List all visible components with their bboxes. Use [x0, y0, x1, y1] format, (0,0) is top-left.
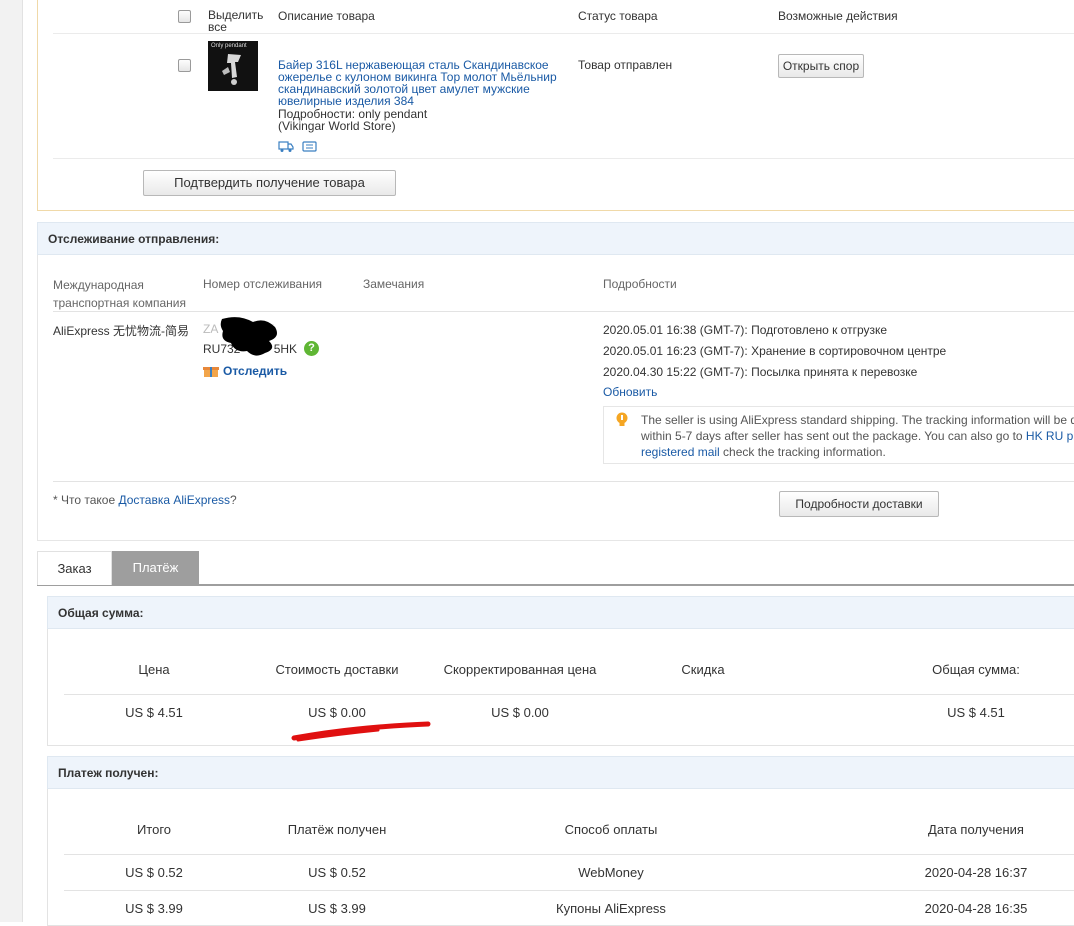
divider	[53, 311, 1074, 312]
company-header: Международная транспортная компания	[53, 278, 186, 310]
confirm-receipt-button[interactable]: Подтвердить получение товара	[143, 170, 396, 196]
total-header: Общая сумма:	[932, 662, 1020, 677]
footnote: * Что такое Доставка AliExpress?	[53, 493, 237, 507]
aliexpress-delivery-link[interactable]: Доставка AliExpress	[118, 493, 230, 507]
store-name: (Vikingar World Store)	[278, 119, 396, 133]
payment-cell: US $ 3.99	[308, 901, 366, 916]
tracking-event: 2020.04.30 15:22 (GMT-7): Посылка принят…	[603, 365, 918, 379]
product-title-link[interactable]: Байер 316L нержавеющая сталь Скандинавск…	[278, 59, 568, 107]
payment-cell: US $ 3.99	[125, 901, 183, 916]
select-all-label: Выделить все	[208, 8, 264, 34]
open-dispute-button[interactable]: Открыть спор	[778, 54, 864, 78]
snapshot-icon[interactable]	[302, 140, 318, 156]
help-icon[interactable]: ?	[304, 341, 319, 356]
red-underline-annotation	[291, 721, 431, 742]
payment-cell: 2020-04-28 16:35	[924, 901, 1028, 916]
left-gutter	[0, 0, 23, 922]
select-all-checkbox[interactable]	[178, 10, 191, 23]
shipping-truck-icon[interactable]	[278, 140, 295, 156]
actions-header: Возможные действия	[778, 9, 898, 23]
item-checkbox[interactable]	[178, 59, 191, 72]
payment-cell: WebMoney	[578, 865, 644, 880]
price-header: Цена	[138, 662, 170, 677]
payment-title: Платеж получен:	[47, 756, 1074, 789]
footnote-prefix: * Что такое	[53, 493, 119, 507]
total-title: Общая сумма:	[47, 596, 1074, 629]
description-header: Описание товара	[278, 9, 375, 23]
product-thumbnail[interactable]: Only pendant	[208, 41, 258, 91]
redaction-scribble	[220, 317, 277, 356]
notice-text: The seller is using AliExpress standard …	[641, 413, 1074, 443]
status-header: Статус товара	[578, 9, 658, 23]
divider	[64, 890, 1074, 891]
remarks-header: Замечания	[363, 277, 425, 291]
details-header: Подробности	[603, 277, 677, 291]
total-value: US $ 4.51	[947, 705, 1005, 720]
divider	[53, 481, 1074, 482]
paid-header: Платёж получен	[287, 822, 387, 837]
divider	[64, 694, 1074, 695]
gift-icon	[203, 364, 219, 381]
payment-cell: US $ 0.52	[125, 865, 183, 880]
footnote-suffix: ?	[230, 493, 237, 507]
track-link[interactable]: Отследить	[223, 364, 287, 378]
delivery-details-button[interactable]: Подробности доставки	[779, 491, 939, 517]
subtotal-header: Итого	[136, 822, 172, 837]
price-value: US $ 4.51	[125, 705, 183, 720]
received-date-header: Дата получения	[928, 822, 1024, 837]
shipping-notice: The seller is using AliExpress standard …	[603, 406, 1074, 464]
discount-header: Скидка	[681, 662, 725, 677]
adjusted-price-value: US $ 0.00	[491, 705, 549, 720]
carrier-name: AliExpress 无忧物流-简易	[53, 324, 190, 338]
item-status: Товар отправлен	[578, 58, 673, 72]
pendant-image-icon	[222, 54, 241, 85]
tab-order[interactable]: Заказ	[37, 551, 112, 585]
tracking-event: 2020.05.01 16:23 (GMT-7): Хранение в сор…	[603, 344, 947, 358]
tracking-title: Отслеживание отправления:	[37, 222, 1074, 255]
payment-cell: 2020-04-28 16:37	[924, 865, 1028, 880]
divider	[53, 33, 1074, 34]
shipping-cost-header: Стоимость доставки	[275, 662, 399, 677]
tracking-event: 2020.05.01 16:38 (GMT-7): Подготовлено к…	[603, 323, 888, 337]
lightbulb-icon	[616, 412, 628, 431]
payment-cell: US $ 0.52	[308, 865, 366, 880]
notice-text-end: check the tracking information.	[719, 445, 886, 459]
payment-method-header: Способ оплаты	[564, 822, 658, 837]
adjusted-price-header: Скорректированная цена	[443, 662, 597, 677]
payment-cell: Купоны AliExpress	[556, 901, 666, 916]
tracking-number-header: Номер отслеживания	[203, 277, 323, 291]
divider	[64, 854, 1074, 855]
refresh-link[interactable]: Обновить	[603, 385, 657, 399]
divider	[53, 158, 1074, 159]
tab-payment[interactable]: Платёж	[112, 551, 199, 585]
